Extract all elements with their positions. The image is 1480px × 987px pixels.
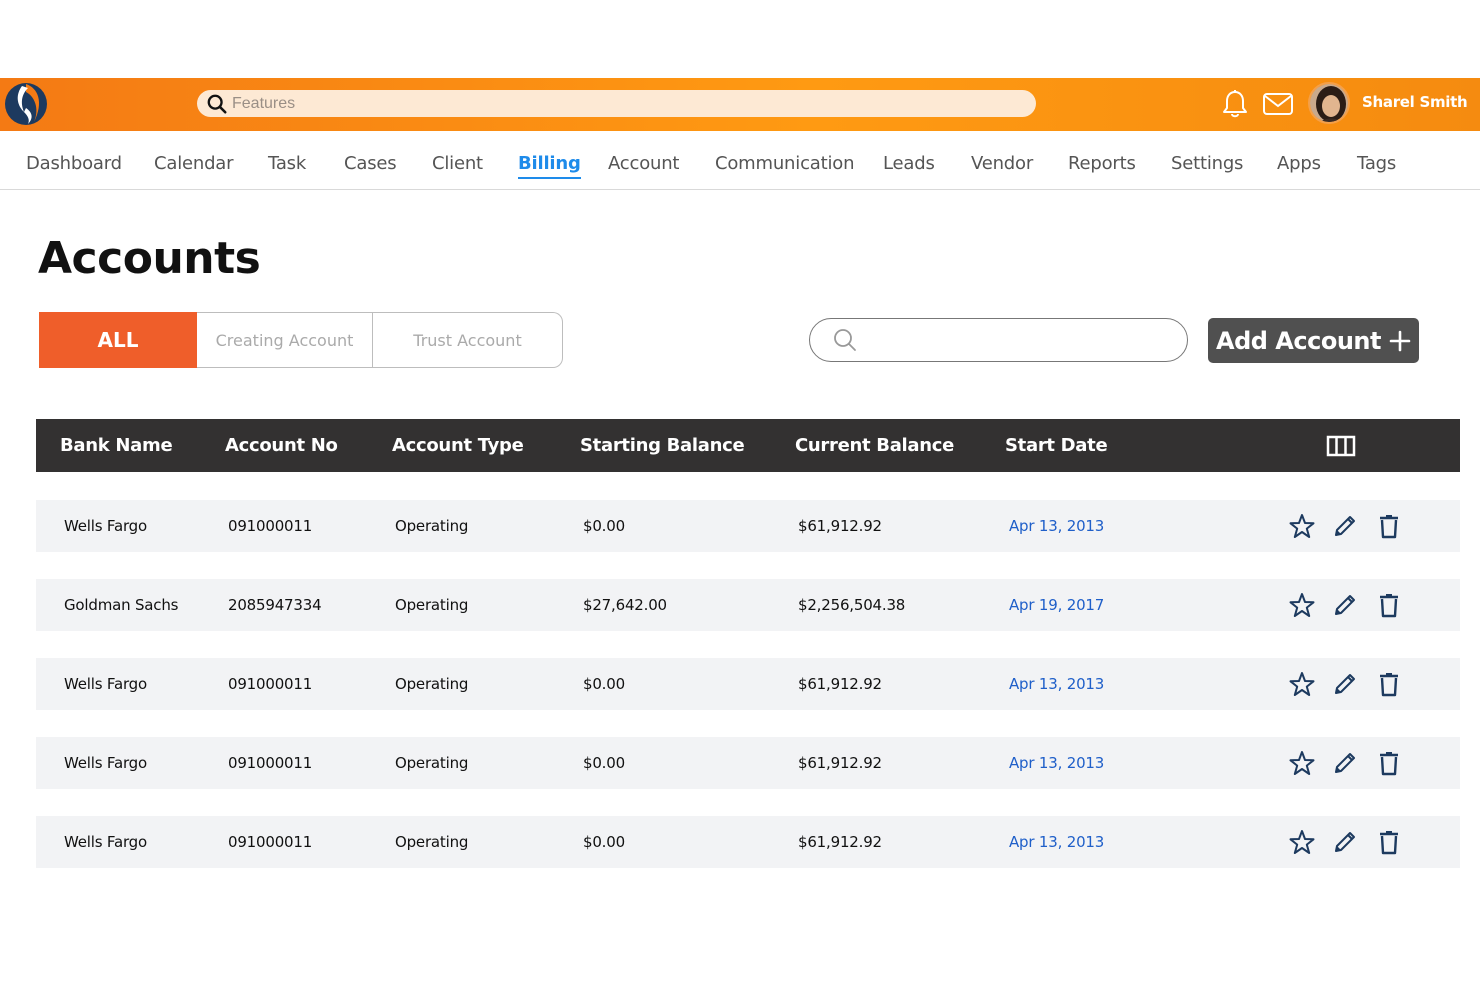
cell-start-date[interactable]: Apr 13, 2013 xyxy=(1009,675,1104,693)
columns-icon[interactable] xyxy=(1326,433,1356,459)
cell-account-type: Operating xyxy=(395,596,469,614)
cell-account-type: Operating xyxy=(395,754,469,772)
cell-account-no: 2085947334 xyxy=(228,596,322,614)
feature-search[interactable] xyxy=(197,90,1036,117)
tab-trust-account[interactable]: Trust Account xyxy=(373,312,563,368)
cell-current-balance: $2,256,504.38 xyxy=(798,596,906,614)
nav-leads[interactable]: Leads xyxy=(883,153,935,174)
nav-billing[interactable]: Billing xyxy=(518,153,581,179)
nav-account[interactable]: Account xyxy=(608,153,679,174)
nav-dashboard[interactable]: Dashboard xyxy=(26,153,122,174)
plus-icon xyxy=(1389,330,1411,351)
user-name[interactable]: Sharel Smith xyxy=(1362,93,1468,111)
table-row[interactable]: Wells Fargo 091000011 Operating $0.00 $61,91… xyxy=(36,500,1460,552)
top-bar: Sharel Smith xyxy=(0,78,1480,131)
cell-start-date[interactable]: Apr 19, 2017 xyxy=(1009,596,1104,614)
nav-vendor[interactable]: Vendor xyxy=(971,153,1033,174)
star-icon[interactable] xyxy=(1289,513,1315,539)
cell-starting-balance: $0.00 xyxy=(583,754,625,772)
nav-apps[interactable]: Apps xyxy=(1277,153,1321,174)
tab-all[interactable]: ALL xyxy=(39,312,197,368)
column-header-starting-balance[interactable]: Starting Balance xyxy=(580,435,745,456)
account-filter-tabs: ALL Creating Account Trust Account xyxy=(39,312,563,368)
trash-icon[interactable] xyxy=(1376,671,1402,697)
cell-bank-name: Wells Fargo xyxy=(64,517,147,535)
pencil-icon[interactable] xyxy=(1332,592,1358,618)
account-search-input[interactable] xyxy=(866,331,1187,349)
nav-client[interactable]: Client xyxy=(432,153,483,174)
cell-account-type: Operating xyxy=(395,517,469,535)
cell-bank-name: Wells Fargo xyxy=(64,833,147,851)
cell-account-no: 091000011 xyxy=(228,675,313,693)
nav-task[interactable]: Task xyxy=(268,153,306,174)
search-icon xyxy=(834,329,856,351)
column-header-bank-name[interactable]: Bank Name xyxy=(60,435,173,456)
star-icon[interactable] xyxy=(1289,750,1315,776)
main-nav: Dashboard Calendar Task Cases Client Bil… xyxy=(0,131,1480,190)
nav-tags[interactable]: Tags xyxy=(1357,153,1396,174)
pencil-icon[interactable] xyxy=(1332,513,1358,539)
add-account-label: Add Account xyxy=(1216,326,1381,355)
table-row[interactable]: Wells Fargo 091000011 Operating $0.00 $61,91… xyxy=(36,737,1460,789)
pencil-icon[interactable] xyxy=(1332,750,1358,776)
cell-current-balance: $61,912.92 xyxy=(798,754,882,772)
trash-icon[interactable] xyxy=(1376,829,1402,855)
trash-icon[interactable] xyxy=(1376,513,1402,539)
cell-starting-balance: $0.00 xyxy=(583,833,625,851)
cell-bank-name: Wells Fargo xyxy=(64,754,147,772)
trash-icon[interactable] xyxy=(1376,750,1402,776)
nav-calendar[interactable]: Calendar xyxy=(154,153,234,174)
column-header-account-no[interactable]: Account No xyxy=(225,435,338,456)
trash-icon[interactable] xyxy=(1376,592,1402,618)
nav-cases[interactable]: Cases xyxy=(344,153,397,174)
table-row[interactable]: Wells Fargo 091000011 Operating $0.00 $61,91… xyxy=(36,816,1460,868)
star-icon[interactable] xyxy=(1289,829,1315,855)
mail-icon[interactable] xyxy=(1262,91,1294,117)
account-search[interactable] xyxy=(809,318,1188,362)
cell-starting-balance: $0.00 xyxy=(583,517,625,535)
add-account-button[interactable]: Add Account xyxy=(1208,318,1419,363)
cell-account-no: 091000011 xyxy=(228,833,313,851)
avatar[interactable] xyxy=(1308,82,1350,124)
table-row[interactable]: Wells Fargo 091000011 Operating $0.00 $61,91… xyxy=(36,658,1460,710)
column-header-start-date[interactable]: Start Date xyxy=(1005,435,1108,456)
column-header-current-balance[interactable]: Current Balance xyxy=(795,435,954,456)
cell-current-balance: $61,912.92 xyxy=(798,517,882,535)
cell-bank-name: Wells Fargo xyxy=(64,675,147,693)
tab-creating-account[interactable]: Creating Account xyxy=(197,312,373,368)
cell-current-balance: $61,912.92 xyxy=(798,833,882,851)
nav-settings[interactable]: Settings xyxy=(1171,153,1243,174)
app-logo[interactable] xyxy=(4,82,48,126)
star-icon[interactable] xyxy=(1289,592,1315,618)
column-header-account-type[interactable]: Account Type xyxy=(392,435,524,456)
cell-account-no: 091000011 xyxy=(228,517,313,535)
nav-reports[interactable]: Reports xyxy=(1068,153,1136,174)
cell-start-date[interactable]: Apr 13, 2013 xyxy=(1009,517,1104,535)
cell-account-no: 091000011 xyxy=(228,754,313,772)
cell-current-balance: $61,912.92 xyxy=(798,675,882,693)
pencil-icon[interactable] xyxy=(1332,671,1358,697)
cell-bank-name: Goldman Sachs xyxy=(64,596,179,614)
page-title: Accounts xyxy=(38,233,261,284)
cell-starting-balance: $27,642.00 xyxy=(583,596,667,614)
nav-communication[interactable]: Communication xyxy=(715,153,854,174)
cell-starting-balance: $0.00 xyxy=(583,675,625,693)
table-row[interactable]: Goldman Sachs 2085947334 Operating $27,642.… xyxy=(36,579,1460,631)
feature-search-input[interactable] xyxy=(232,94,1036,113)
table-header: Bank Name Account No Account Type Starti… xyxy=(36,419,1460,472)
cell-start-date[interactable]: Apr 13, 2013 xyxy=(1009,833,1104,851)
pencil-icon[interactable] xyxy=(1332,829,1358,855)
cell-account-type: Operating xyxy=(395,833,469,851)
cell-start-date[interactable]: Apr 13, 2013 xyxy=(1009,754,1104,772)
cell-account-type: Operating xyxy=(395,675,469,693)
star-icon[interactable] xyxy=(1289,671,1315,697)
bell-icon[interactable] xyxy=(1222,89,1248,119)
search-icon xyxy=(207,94,227,114)
